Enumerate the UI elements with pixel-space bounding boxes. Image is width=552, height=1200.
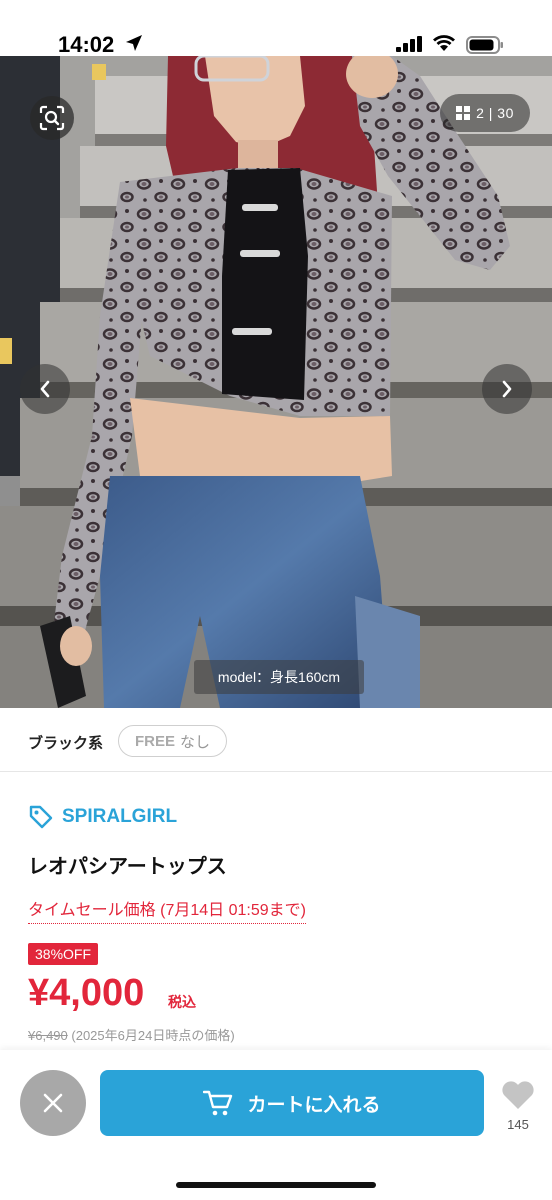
add-to-cart-label: カートに入れる bbox=[247, 1094, 381, 1116]
variant-row: ブラック系 FREE なし bbox=[0, 708, 552, 772]
sale-price: ¥4,000 bbox=[28, 972, 145, 1014]
discount-badge: 38%OFF bbox=[28, 943, 99, 965]
status-bar: 14:02 bbox=[0, 0, 552, 57]
favorite-count: 145 bbox=[507, 1117, 529, 1132]
image-counter-text: 2 | 30 bbox=[476, 105, 514, 121]
cellular-signal-icon bbox=[396, 36, 422, 52]
tax-label: 税込 bbox=[168, 994, 196, 1010]
location-arrow-icon bbox=[126, 35, 142, 51]
product-image-gallery[interactable]: 2 | 30 model：身長160cm bbox=[0, 56, 552, 708]
add-to-cart-button[interactable]: カートに入れる bbox=[100, 1070, 484, 1136]
home-indicator bbox=[176, 1182, 376, 1188]
color-label: ブラック系 bbox=[28, 735, 104, 752]
brand-name: SPIRALGIRL bbox=[62, 806, 178, 827]
battery-icon bbox=[466, 36, 503, 54]
cart-icon bbox=[203, 1090, 233, 1116]
bottom-action-bar: カートに入れる 145 bbox=[0, 1050, 552, 1200]
close-icon bbox=[43, 1093, 63, 1113]
product-title: レオパシアートップス bbox=[28, 856, 227, 878]
chevron-right-icon bbox=[502, 380, 512, 398]
favorite-button[interactable]: 145 bbox=[496, 1080, 540, 1132]
size-option[interactable]: FREE なし bbox=[118, 725, 228, 757]
image-search-button[interactable] bbox=[30, 96, 74, 140]
wifi-icon bbox=[433, 35, 455, 51]
status-time: 14:02 bbox=[58, 32, 115, 57]
original-price: ¥6,490 bbox=[28, 1028, 68, 1043]
original-price-note: (2025年6月24日時点の価格) bbox=[71, 1028, 235, 1043]
image-counter[interactable]: 2 | 30 bbox=[440, 94, 530, 132]
close-button[interactable] bbox=[20, 1070, 86, 1136]
next-image-button[interactable] bbox=[482, 364, 532, 414]
size-stock-status: なし bbox=[180, 733, 211, 751]
grid-icon bbox=[456, 106, 471, 120]
original-price-row: ¥6,490 (2025年6月24日時点の価格) bbox=[28, 1025, 235, 1044]
heart-icon bbox=[502, 1081, 534, 1109]
previous-image-button[interactable] bbox=[20, 364, 70, 414]
image-search-icon bbox=[39, 105, 65, 131]
brand-link[interactable]: SPIRALGIRL bbox=[28, 804, 177, 830]
model-caption: model：身長160cm bbox=[194, 660, 364, 694]
product-photo bbox=[0, 56, 552, 708]
size-name: FREE bbox=[135, 732, 176, 750]
time-sale-label[interactable]: タイムセール価格 (7月14日 01:59まで) bbox=[28, 896, 306, 924]
tag-icon bbox=[29, 805, 53, 829]
chevron-left-icon bbox=[40, 380, 50, 398]
